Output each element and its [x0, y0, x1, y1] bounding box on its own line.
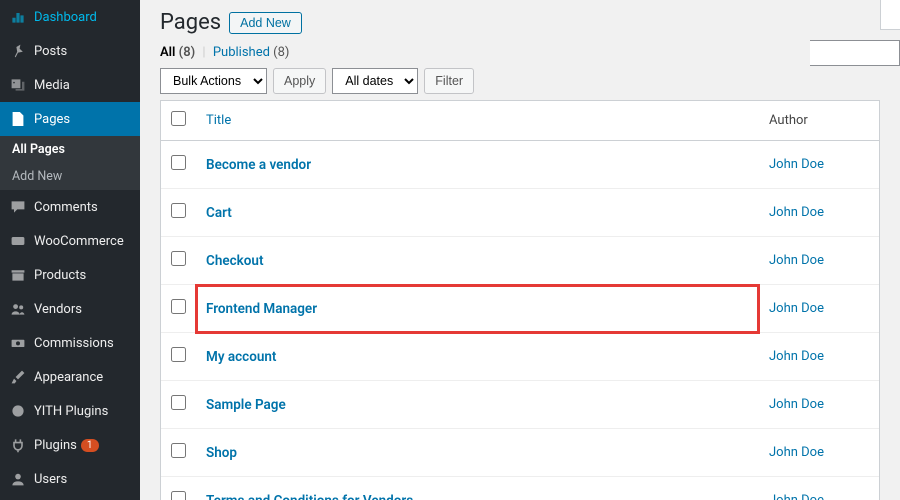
col-author: Author — [759, 101, 879, 141]
sidebar-item-woocommerce[interactable]: WooCommerce — [0, 224, 140, 258]
sidebar-item-label: Dashboard — [34, 10, 97, 25]
pin-icon — [8, 41, 28, 61]
filter-published[interactable]: Published (8) — [213, 45, 290, 60]
select-all-checkbox[interactable] — [171, 111, 186, 126]
author-link[interactable]: John Doe — [769, 349, 824, 364]
search-box — [810, 40, 900, 66]
sidebar-item-posts[interactable]: Posts — [0, 34, 140, 68]
sidebar-item-appearance[interactable]: Appearance — [0, 360, 140, 394]
table-row: Terms and Conditions for Vendors John Doe — [161, 477, 879, 500]
table-row: Become a vendor John Doe — [161, 141, 879, 189]
date-filter-select[interactable]: All dates — [332, 68, 418, 94]
table-row: My account John Doe — [161, 333, 879, 381]
author-link[interactable]: John Doe — [769, 205, 824, 220]
money-icon — [8, 333, 28, 353]
submenu-item-add-new[interactable]: Add New — [0, 163, 140, 190]
brush-icon — [8, 367, 28, 387]
sidebar-item-label: Vendors — [34, 302, 82, 317]
comment-icon — [8, 197, 28, 217]
sidebar-item-yith-plugins[interactable]: YITH Plugins — [0, 394, 140, 428]
sidebar-item-dashboard[interactable]: Dashboard — [0, 0, 140, 34]
row-checkbox[interactable] — [171, 443, 186, 458]
page-title-link[interactable]: Terms and Conditions for Vendors — [206, 493, 413, 500]
sidebar-item-tools[interactable]: Tools — [0, 496, 140, 500]
row-checkbox[interactable] — [171, 299, 186, 314]
page-title-link[interactable]: Sample Page — [206, 397, 286, 413]
sidebar-item-products[interactable]: Products — [0, 258, 140, 292]
main-content: Pages Add New All (8) | Published (8) Bu… — [140, 0, 900, 500]
submenu-item-all-pages[interactable]: All Pages — [0, 136, 140, 163]
author-link[interactable]: John Doe — [769, 397, 824, 412]
search-input[interactable] — [810, 40, 900, 66]
row-checkbox[interactable] — [171, 347, 186, 362]
sidebar-item-label: Appearance — [34, 370, 103, 385]
table-row: Sample Page John Doe — [161, 381, 879, 429]
row-checkbox[interactable] — [171, 251, 186, 266]
status-filters: All (8) | Published (8) — [160, 45, 880, 60]
table-row: Frontend Manager John Doe — [161, 285, 879, 333]
col-title-sort[interactable]: Title — [206, 113, 231, 128]
filter-all[interactable]: All (8) — [160, 45, 195, 60]
sidebar-item-label: Products — [34, 268, 86, 283]
filter-button[interactable]: Filter — [424, 68, 474, 94]
sidebar-item-label: YITH Plugins — [34, 404, 108, 419]
author-link[interactable]: John Doe — [769, 493, 824, 500]
author-link[interactable]: John Doe — [769, 301, 824, 316]
page-title-link[interactable]: Cart — [206, 205, 232, 221]
row-checkbox[interactable] — [171, 155, 186, 170]
add-new-button[interactable]: Add New — [229, 12, 302, 34]
tablenav: Bulk Actions Apply All dates Filter — [160, 68, 880, 94]
page-title-link[interactable]: Become a vendor — [206, 157, 311, 173]
sidebar-item-vendors[interactable]: Vendors — [0, 292, 140, 326]
media-icon — [8, 75, 28, 95]
yith-icon — [8, 401, 28, 421]
sidebar-item-users[interactable]: Users — [0, 462, 140, 496]
sidebar-submenu: All PagesAdd New — [0, 136, 140, 190]
sidebar-item-commissions[interactable]: Commissions — [0, 326, 140, 360]
sidebar-item-comments[interactable]: Comments — [0, 190, 140, 224]
page-title-link[interactable]: Shop — [206, 445, 237, 461]
page-title-link[interactable]: Checkout — [206, 253, 264, 269]
author-link[interactable]: John Doe — [769, 157, 824, 172]
sidebar-item-label: WooCommerce — [34, 234, 124, 249]
page-heading: Pages Add New — [160, 10, 880, 35]
page-title: Pages — [160, 10, 221, 35]
sidebar-item-label: Pages — [34, 112, 70, 127]
table-row: Cart John Doe — [161, 189, 879, 237]
admin-sidebar: Dashboard Posts Media Pages All PagesAdd New… — [0, 0, 140, 500]
page-icon — [8, 109, 28, 129]
pages-table: Title Author Become a vendorJohn DoeCart… — [160, 100, 880, 500]
page-title-link[interactable]: Frontend Manager — [206, 301, 317, 317]
sidebar-item-label: Plugins — [34, 438, 77, 453]
table-row: Checkout John Doe — [161, 237, 879, 285]
plug-icon — [8, 435, 28, 455]
sidebar-item-label: Commissions — [34, 336, 114, 351]
update-badge: 1 — [81, 439, 99, 452]
dashboard-icon — [8, 7, 28, 27]
row-checkbox[interactable] — [171, 395, 186, 410]
sidebar-item-plugins[interactable]: Plugins 1 — [0, 428, 140, 462]
user-icon — [8, 469, 28, 489]
sidebar-item-label: Users — [34, 472, 67, 487]
archive-icon — [8, 265, 28, 285]
row-checkbox[interactable] — [171, 203, 186, 218]
apply-button[interactable]: Apply — [273, 68, 326, 94]
sidebar-item-pages[interactable]: Pages — [0, 102, 140, 136]
bulk-actions-select[interactable]: Bulk Actions — [160, 68, 267, 94]
author-link[interactable]: John Doe — [769, 445, 824, 460]
author-link[interactable]: John Doe — [769, 253, 824, 268]
screen-options-tab[interactable] — [880, 0, 900, 30]
sidebar-item-label: Comments — [34, 200, 98, 215]
sidebar-item-label: Posts — [34, 44, 67, 59]
page-title-link[interactable]: My account — [206, 349, 276, 365]
row-checkbox[interactable] — [171, 491, 186, 500]
sidebar-item-media[interactable]: Media — [0, 68, 140, 102]
users-icon — [8, 299, 28, 319]
sidebar-item-label: Media — [34, 78, 70, 93]
woo-icon — [8, 231, 28, 251]
table-row: Shop John Doe — [161, 429, 879, 477]
